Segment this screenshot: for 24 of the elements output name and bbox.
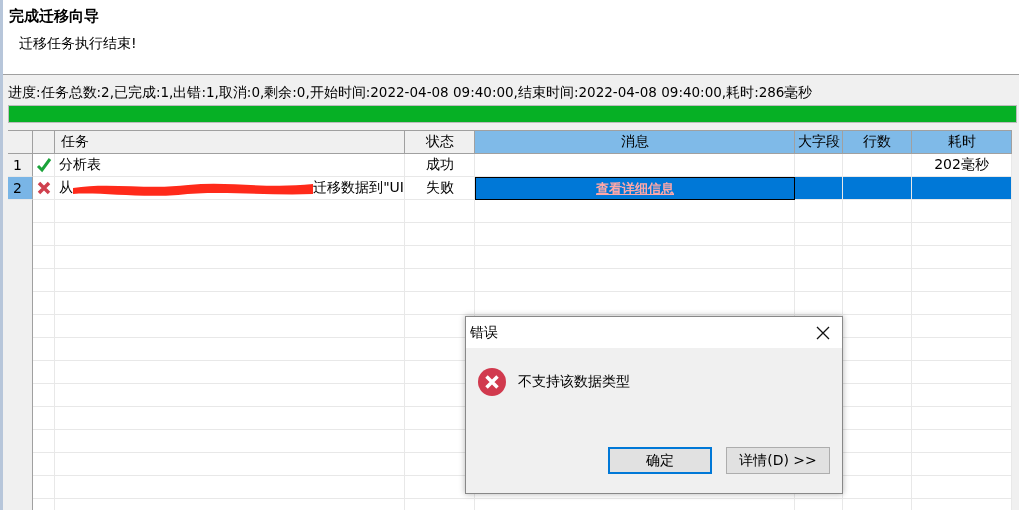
row-number[interactable]: 1 [8, 154, 33, 177]
column-header[interactable]: 状态 [405, 131, 475, 154]
progress-text: 进度:任务总数:2,已完成:1,出错:1,取消:0,剩余:0,开始时间:2022-04-08 09:40:00,结束时间:2022-04-08 09:40:00,耗时:286毫秒 [8, 83, 814, 102]
error-icon [478, 368, 506, 396]
column-header[interactable]: 行数 [843, 131, 912, 154]
task-name: 从 [59, 179, 73, 197]
column-header[interactable] [8, 131, 33, 154]
cross-icon [36, 181, 51, 195]
column-header[interactable]: 消息 [475, 131, 795, 154]
column-header[interactable]: 大字段 [795, 131, 843, 154]
close-icon[interactable] [816, 325, 830, 340]
task-name: 迁移数据到"UI [313, 179, 404, 197]
column-header[interactable]: 任务 [55, 131, 405, 154]
wizard-title: 完成迁移向导 [9, 6, 100, 27]
table-cell: 成功 [405, 154, 475, 177]
task-name: 分析表 [59, 156, 101, 174]
dialog-button[interactable]: 确定 [608, 447, 712, 474]
error-message: 不支持该数据类型 [518, 373, 630, 391]
column-header[interactable] [33, 131, 55, 154]
dialog-button[interactable]: 详情(D) >> [726, 447, 830, 474]
dialog-title: 错误 [470, 323, 498, 342]
column-header[interactable]: 耗时 [912, 131, 1012, 154]
row-number[interactable]: 2 [8, 177, 33, 200]
wizard-subtitle: 迁移任务执行结束! [18, 34, 138, 53]
